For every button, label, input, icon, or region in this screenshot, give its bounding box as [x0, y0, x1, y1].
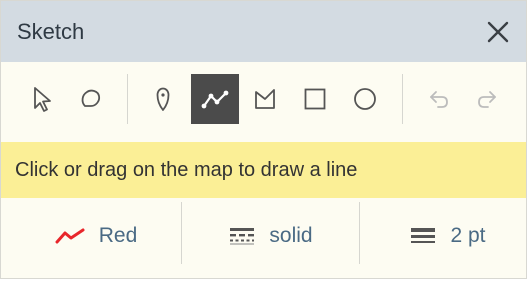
rectangle-icon: [304, 88, 326, 110]
toolbar-divider: [402, 74, 403, 124]
line-tool-button[interactable]: [191, 74, 239, 124]
redo-icon: [478, 91, 496, 108]
line-style-button[interactable]: solid: [196, 210, 346, 262]
polygon-tool-button[interactable]: [241, 74, 289, 124]
circle-tool-button[interactable]: [341, 74, 389, 124]
line-width-label: 2 pt: [450, 224, 486, 247]
undo-icon: [430, 91, 448, 108]
symbol-options: Red solid 2 pt: [1, 198, 526, 278]
draw-toolbar: [1, 62, 526, 138]
line-style-label: solid: [269, 224, 313, 247]
circle-icon: [354, 88, 376, 110]
line-width-icon: [411, 228, 436, 243]
select-tool-button[interactable]: [19, 74, 67, 124]
panel-title: Sketch: [17, 18, 85, 44]
options-divider: [181, 202, 182, 264]
redo-button[interactable]: [463, 74, 511, 124]
polygon-icon: [255, 89, 275, 109]
line-color-label: Red: [98, 224, 138, 247]
toolbar-divider: [127, 74, 128, 124]
color-swatch-line: [55, 228, 85, 244]
instruction-text: Click or drag on the map to draw a line: [15, 158, 358, 181]
instruction-banner: Click or drag on the map to draw a line: [1, 142, 526, 198]
sketch-panel: Sketch Click or drag on the map to draw …: [0, 0, 527, 279]
line-width-button[interactable]: 2 pt: [373, 210, 523, 262]
polyline-icon: [201, 90, 229, 109]
close-button[interactable]: [478, 12, 518, 52]
pin-icon: [156, 87, 170, 111]
options-divider: [359, 202, 360, 264]
undo-button[interactable]: [415, 74, 463, 124]
point-tool-button[interactable]: [139, 74, 187, 124]
select-cursor-icon: [34, 87, 51, 112]
rectangle-tool-button[interactable]: [291, 74, 339, 124]
panel-header: Sketch: [1, 1, 526, 62]
line-style-icon: [230, 228, 255, 245]
line-color-button[interactable]: Red: [21, 210, 171, 262]
lasso-tool-button[interactable]: [67, 74, 115, 124]
lasso-icon: [81, 89, 101, 107]
close-icon: [487, 21, 509, 42]
color-line-icon: [55, 228, 85, 244]
